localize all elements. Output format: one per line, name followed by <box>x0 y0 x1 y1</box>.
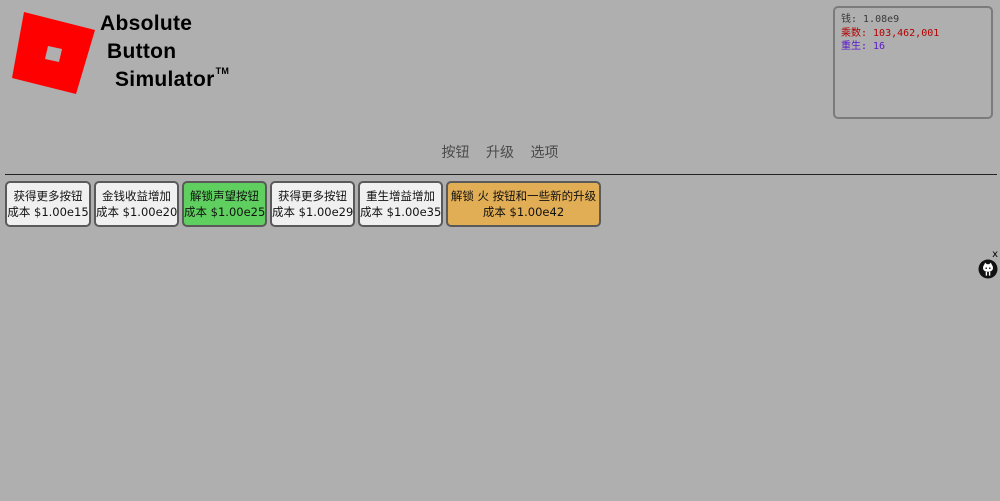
tab-buttons[interactable]: 按钮 <box>442 142 470 162</box>
stat-multiplier: 乘数: 103,462,001 <box>841 27 991 41</box>
money-value: 1.08e9 <box>863 14 900 25</box>
upgrade-title: 获得更多按钮 <box>278 189 347 203</box>
rebirth-value: 16 <box>873 41 886 52</box>
app-root: Absolute Button SimulatorTM 钱: 1.08e9 乘数:… <box>0 0 1000 501</box>
main-nav: 按钮 升级 选项 <box>0 142 1000 162</box>
stat-money: 钱: 1.08e9 <box>841 13 991 27</box>
upgrade-cost: 成本 $1.00e15 <box>7 205 89 219</box>
upgrade-title: 解锁声望按钮 <box>190 189 259 203</box>
stats-panel: 钱: 1.08e9 乘数: 103,462,001 重生: 16 <box>833 6 993 119</box>
stat-rebirth: 重生: 16 <box>841 40 991 54</box>
money-label: 钱: <box>841 14 858 25</box>
upgrade-button-more-buttons-2[interactable]: 获得更多按钮 成本 $1.00e29 <box>270 181 355 227</box>
upgrade-cost: 成本 $1.00e25 <box>184 205 266 219</box>
logo-text-line-1: Absolute <box>100 12 193 35</box>
upgrade-title: 金钱收益增加 <box>102 189 171 203</box>
upgrade-cost: 成本 $1.00e42 <box>482 205 565 219</box>
logo: Absolute Button SimulatorTM <box>10 8 250 98</box>
helper-widget: x <box>976 250 1000 280</box>
multiplier-label: 乘数: <box>841 27 868 39</box>
rebirth-label: 重生: <box>841 41 868 52</box>
upgrade-button-money-gain[interactable]: 金钱收益增加 成本 $1.00e20 <box>94 181 179 227</box>
tab-upgrades[interactable]: 升级 <box>486 142 514 162</box>
logo-text-simulator: Simulator <box>115 68 215 91</box>
upgrade-button-more-buttons-1[interactable]: 获得更多按钮 成本 $1.00e15 <box>5 181 91 227</box>
tab-options[interactable]: 选项 <box>530 142 558 162</box>
multiplier-value: 103,462,001 <box>873 27 940 39</box>
upgrade-button-unlock-prestige[interactable]: 解锁声望按钮 成本 $1.00e25 <box>182 181 267 227</box>
logo-text-line-3: SimulatorTM <box>115 66 230 92</box>
trademark-mark: TM <box>215 66 230 76</box>
upgrade-button-rebirth-boost[interactable]: 重生增益增加 成本 $1.00e35 <box>358 181 443 227</box>
upgrade-list: 获得更多按钮 成本 $1.00e15 金钱收益增加 成本 $1.00e20 解锁… <box>5 181 601 227</box>
logo-text-line-2: Button <box>107 40 177 63</box>
nav-divider <box>5 174 997 175</box>
upgrade-button-unlock-fire[interactable]: 解锁 火 按钮和一些新的升级 成本 $1.00e42 <box>446 181 601 227</box>
upgrade-title: 获得更多按钮 <box>13 189 83 203</box>
upgrade-cost: 成本 $1.00e20 <box>96 205 178 219</box>
upgrade-title: 解锁 火 按钮和一些新的升级 <box>450 189 597 203</box>
upgrade-title: 重生增益增加 <box>366 189 435 203</box>
upgrade-cost: 成本 $1.00e29 <box>272 205 354 219</box>
github-cat-icon[interactable] <box>978 259 998 279</box>
upgrade-cost: 成本 $1.00e35 <box>360 205 442 219</box>
logo-square-icon <box>12 12 95 94</box>
